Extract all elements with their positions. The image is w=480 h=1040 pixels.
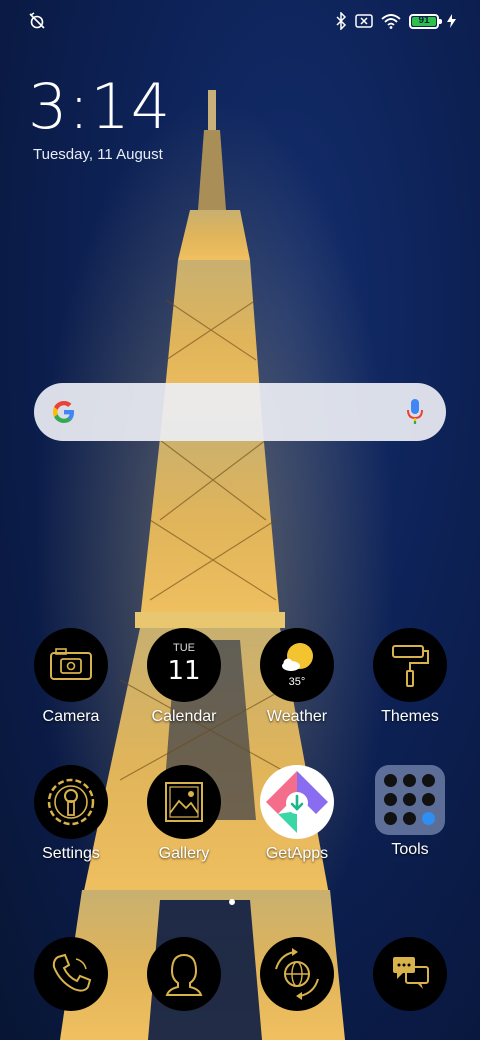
dock-phone[interactable]	[21, 937, 121, 1011]
app-label: Settings	[42, 845, 100, 862]
app-label: Weather	[266, 708, 328, 725]
weather-icon: 35°	[260, 628, 334, 702]
messages-icon	[373, 937, 447, 1011]
camera-icon	[34, 628, 108, 702]
phone-icon	[34, 937, 108, 1011]
clock-widget-date[interactable]: Tuesday, 11 August	[33, 146, 163, 163]
app-settings[interactable]: Settings	[21, 765, 121, 863]
dock-messages[interactable]	[360, 937, 460, 1011]
app-camera[interactable]: Camera	[21, 628, 121, 726]
wifi-icon	[381, 14, 401, 29]
calendar-date: 11	[167, 656, 201, 686]
app-gallery[interactable]: Gallery	[134, 765, 234, 863]
paint-roller-icon	[373, 628, 447, 702]
app-folder-tools[interactable]: Tools	[360, 765, 460, 859]
google-search-bar[interactable]	[34, 383, 446, 441]
app-label: GetApps	[265, 845, 329, 862]
clock-widget-time[interactable]: 3:14	[28, 70, 171, 143]
status-bar: 91	[0, 0, 480, 42]
gallery-icon	[147, 765, 221, 839]
bolt-icon	[447, 14, 456, 28]
contacts-icon	[147, 937, 221, 1011]
app-label: Gallery	[158, 845, 210, 862]
calendar-icon: TUE 11	[147, 628, 221, 702]
no-sim-icon	[355, 14, 373, 28]
app-themes[interactable]: Themes	[360, 628, 460, 726]
getapps-icon	[260, 765, 334, 839]
alarm-off-icon	[29, 12, 45, 29]
app-getapps[interactable]: GetApps	[247, 765, 347, 863]
bluetooth-icon	[336, 12, 347, 30]
dock-contacts[interactable]	[134, 937, 234, 1011]
weather-temperature: 35°	[288, 676, 306, 688]
calendar-weekday: TUE	[173, 642, 195, 654]
page-indicator-dot[interactable]	[229, 899, 235, 905]
app-label: Calendar	[151, 708, 217, 725]
battery-indicator: 91	[409, 13, 442, 29]
folder-icon	[375, 765, 445, 835]
battery-level: 91	[418, 14, 430, 26]
google-g-icon	[53, 401, 74, 423]
app-label: Tools	[391, 841, 429, 858]
gear-icon	[34, 765, 108, 839]
mic-icon[interactable]	[406, 398, 424, 426]
app-label: Themes	[381, 708, 439, 725]
app-weather[interactable]: 35° Weather	[247, 628, 347, 726]
dock-browser[interactable]	[247, 937, 347, 1011]
app-label: Camera	[42, 708, 100, 725]
browser-icon	[260, 937, 334, 1011]
app-calendar[interactable]: TUE 11 Calendar	[134, 628, 234, 726]
